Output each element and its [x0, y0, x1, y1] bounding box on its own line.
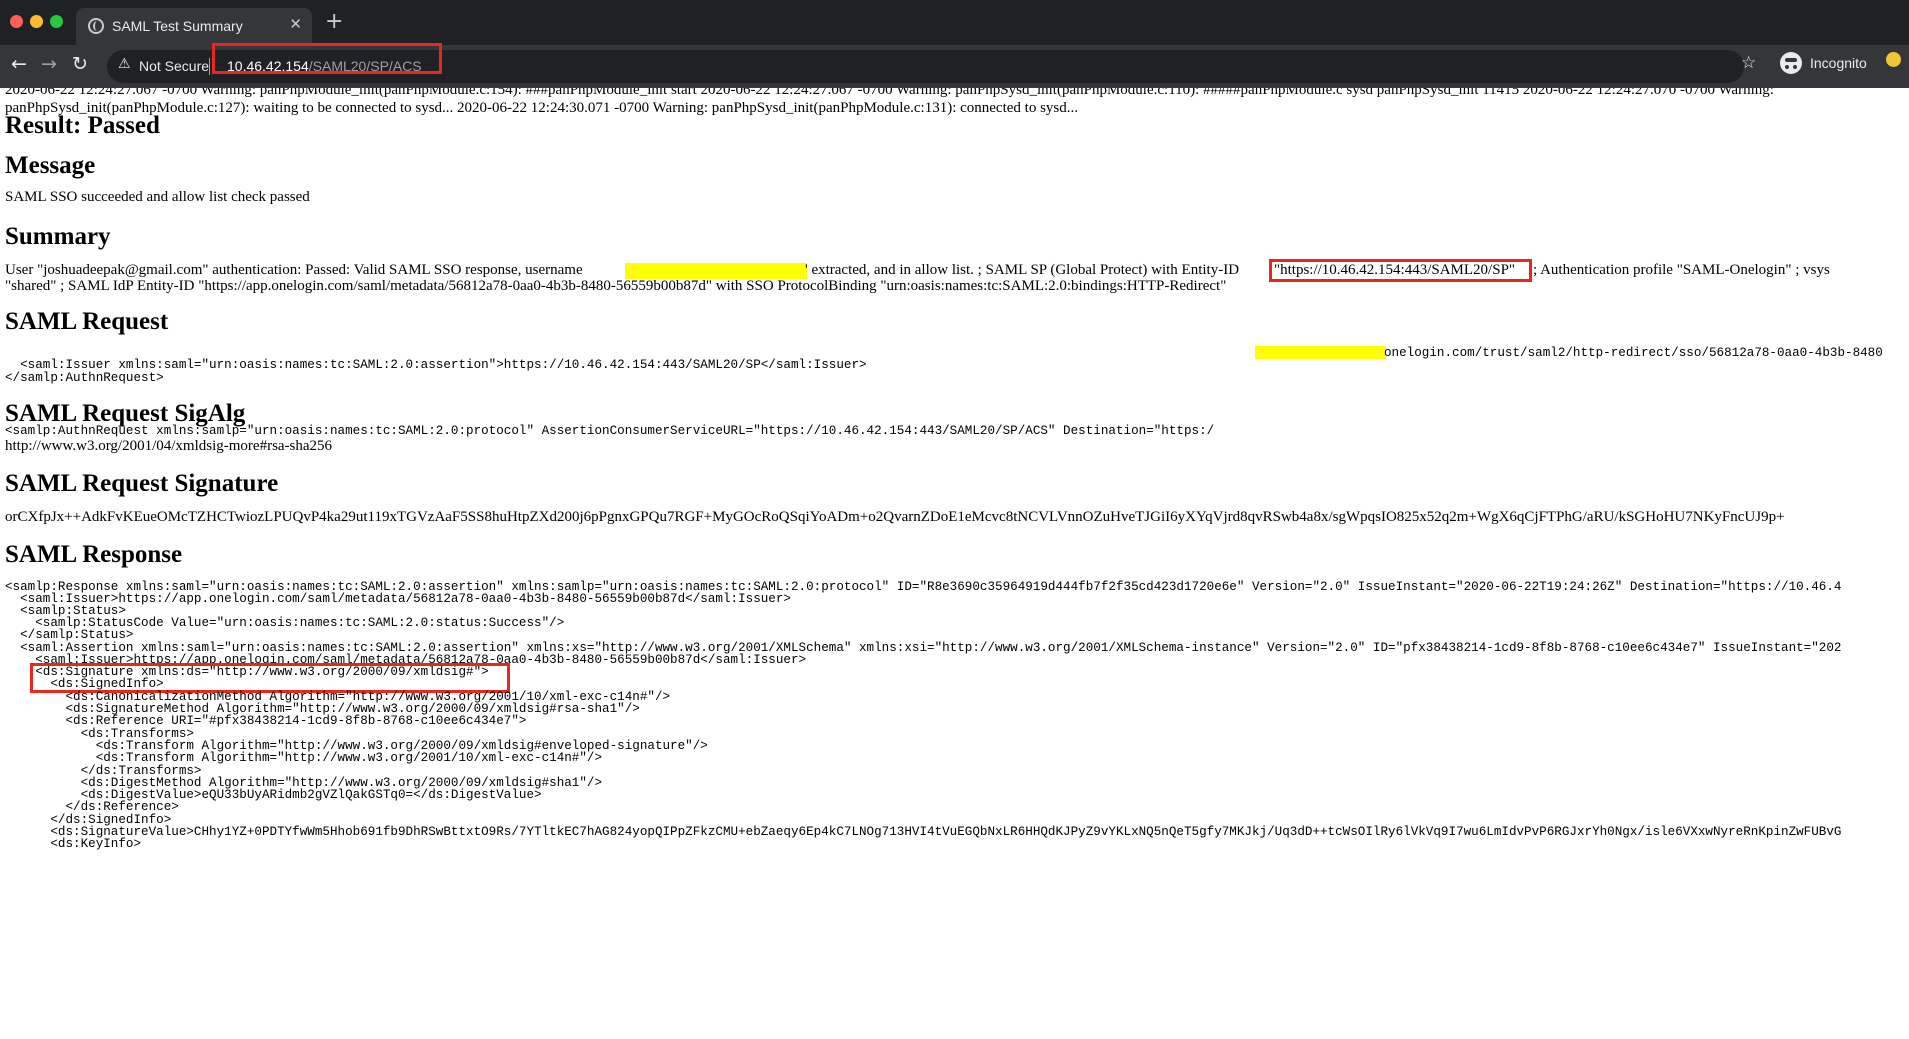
- request-line: </samlp:AuthnRequest>: [5, 371, 164, 385]
- back-arrow-icon[interactable]: ←: [11, 53, 27, 75]
- summary-text-c: ; Authentication profile "SAML-Onelogin"…: [1533, 262, 1830, 278]
- reload-icon[interactable]: ↻: [72, 53, 88, 75]
- extension-dot[interactable]: [1886, 52, 1901, 67]
- log-line: panPhpSysd_init(panPhpModule.c:127): wai…: [5, 100, 1078, 116]
- incognito-icon: [1780, 52, 1802, 74]
- forward-arrow-icon[interactable]: →: [41, 53, 57, 75]
- entity-id-highlight-box: [1269, 259, 1532, 282]
- response-line: <ds:KeyInfo>: [5, 837, 142, 851]
- log-line: 2020-06-22 12:24:27.067 -0700 Warning: p…: [5, 88, 1774, 98]
- summary-text-b: ' extracted, and in allow list. ; SAML S…: [805, 262, 1240, 278]
- warning-icon[interactable]: ⚠: [118, 56, 131, 72]
- saml-request-heading: SAML Request: [5, 308, 169, 335]
- redacted-username: [625, 263, 807, 279]
- summary-text-a: User "joshuadeepak@gmail.com" authentica…: [5, 262, 583, 278]
- tab-title: SAML Test Summary: [112, 18, 243, 34]
- close-tab-icon[interactable]: ✕: [289, 15, 302, 33]
- request-line: onelogin.com/trust/saml2/http-redirect/s…: [1384, 346, 1883, 360]
- saml-response-heading: SAML Response: [5, 541, 183, 568]
- redacted-destination: [1255, 346, 1386, 359]
- summary-heading: Summary: [5, 223, 111, 250]
- star-icon[interactable]: ☆: [1741, 53, 1756, 73]
- incognito-label: Incognito: [1810, 55, 1867, 71]
- url-highlight-box: [212, 43, 442, 74]
- page-content: 2020-06-22 12:24:27.067 -0700 Warning: p…: [0, 88, 1909, 1039]
- address-divider: [209, 58, 210, 75]
- summary-text-line2: "shared" ; SAML IdP Entity-ID "https://a…: [5, 278, 1227, 294]
- tab-strip: SAML Test Summary ✕ +: [0, 0, 1909, 45]
- signature-heading: SAML Request Signature: [5, 470, 279, 497]
- signature-highlight-box: [30, 663, 510, 693]
- security-chip[interactable]: Not Secure: [139, 58, 209, 74]
- message-text: SAML SSO succeeded and allow list check …: [5, 189, 310, 205]
- minimize-window-button[interactable]: [30, 15, 43, 28]
- zoom-window-button[interactable]: [50, 15, 63, 28]
- new-tab-button[interactable]: +: [325, 9, 343, 34]
- close-window-button[interactable]: [10, 15, 23, 28]
- signature-text: orCXfpJx++AdkFvKEueOMcTZHCTwiozLPUQvP4ka…: [5, 509, 1785, 525]
- sigalg-heading: SAML Request SigAlg: [5, 400, 246, 427]
- sigalg-text: http://www.w3.org/2001/04/xmldsig-more#r…: [5, 438, 333, 454]
- response-line: <ds:SignatureValue>CHhy1YZ+0PDTYfwWm5Hho…: [5, 825, 1842, 839]
- result-heading: Result: Passed: [5, 112, 160, 139]
- active-tab[interactable]: SAML Test Summary ✕: [76, 8, 312, 45]
- message-heading: Message: [5, 152, 96, 179]
- globe-icon: [88, 18, 104, 34]
